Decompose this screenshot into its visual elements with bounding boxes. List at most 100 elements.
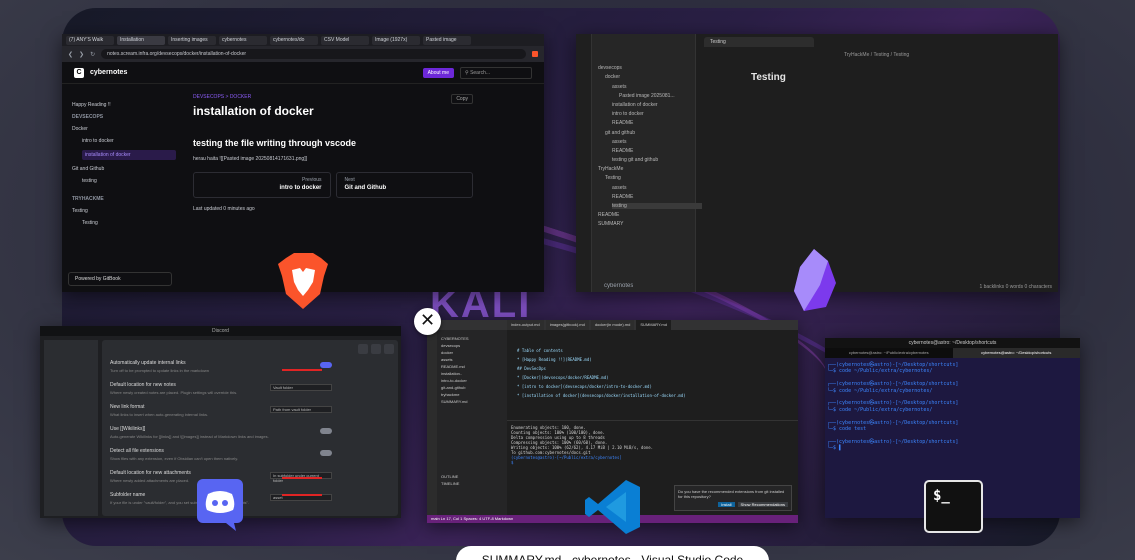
site-brand[interactable]: cybernotes xyxy=(90,69,127,76)
browser-tab[interactable]: (7) ANY'S Walk xyxy=(66,35,114,45)
explorer-item[interactable]: intro-to-docker xyxy=(441,378,503,383)
explorer-item[interactable]: installation.. xyxy=(441,371,503,376)
obsidian-vault-name[interactable]: cybernotes xyxy=(604,283,633,289)
browser-tab[interactable]: Inserting images xyxy=(168,35,216,45)
setting-label: Subfolder name xyxy=(110,492,146,498)
terminal-tab[interactable]: cybernotes@astro: ~/Desktop/shortcuts xyxy=(952,348,1080,358)
powered-by-gitbook[interactable]: Powered by GitBook xyxy=(68,272,172,286)
file-tree-item[interactable]: README xyxy=(612,148,702,154)
file-tree-item[interactable]: intro to docker xyxy=(612,111,702,117)
address-bar[interactable]: notes.scream.infra.org/devsecops/docker/… xyxy=(101,49,526,59)
code-line: # Table of contents xyxy=(517,348,563,353)
page-navigation: Previous intro to docker Next Git and Gith… xyxy=(193,172,473,198)
cybernotes-logo[interactable]: C xyxy=(74,67,84,78)
file-tree-item[interactable]: Pasted image 2025081... xyxy=(619,93,702,99)
sidebar-item-readme[interactable]: Happy Reading !! xyxy=(72,102,176,108)
setting-toggle[interactable] xyxy=(320,450,332,456)
explorer-item[interactable]: devsecops xyxy=(441,343,503,348)
terminal-icon[interactable]: $_ xyxy=(924,480,983,533)
browser-tab[interactable]: CSV Model xyxy=(321,35,369,45)
file-tree-item[interactable]: installation of docker xyxy=(612,102,702,108)
file-tree-item[interactable]: docker xyxy=(605,74,702,80)
setting-select[interactable]: Path from vault folder xyxy=(270,406,332,413)
setting-select[interactable]: Vault folder xyxy=(270,384,332,391)
editor-tab[interactable]: docker(in mode).md xyxy=(590,320,635,330)
next-page-link[interactable]: Next Git and Github xyxy=(335,172,473,198)
sidebar-item-intro[interactable]: intro to docker xyxy=(82,138,176,144)
close-icon[interactable] xyxy=(384,344,394,354)
setting-toggle[interactable] xyxy=(320,362,332,368)
brave-shield-icon[interactable] xyxy=(532,51,538,57)
install-button[interactable]: Install xyxy=(718,502,735,507)
explorer-item[interactable]: tryhackme xyxy=(441,392,503,397)
file-tree-item[interactable]: assets xyxy=(612,139,702,145)
about-me-button[interactable]: About me xyxy=(422,67,454,78)
file-tree-item[interactable]: devsecops xyxy=(598,65,702,71)
back-icon[interactable]: ❮ xyxy=(68,51,73,58)
editor-tab[interactable]: SUMMARY.md xyxy=(636,320,671,330)
explorer-item[interactable]: SUMMARY.md xyxy=(441,399,503,404)
desktop: KALI (7) ANY'S Walk Installation Inserti… xyxy=(0,0,1135,560)
file-tree-item[interactable]: Testing xyxy=(605,175,702,181)
breadcrumb[interactable]: DEVSECOPS > DOCKER xyxy=(193,94,473,100)
browser-tab[interactable]: Pasted image xyxy=(423,35,471,45)
file-tree-item[interactable]: README xyxy=(612,194,702,200)
browser-tab[interactable]: cybernotes xyxy=(219,35,267,45)
explorer-item[interactable]: CYBERNOTES xyxy=(441,336,503,341)
explorer-item[interactable]: git-and-github xyxy=(441,385,503,390)
file-tree-item[interactable]: README xyxy=(598,212,702,218)
sidebar-item-tryhackme-testing-page[interactable]: Testing xyxy=(82,220,176,226)
sidebar-item-docker[interactable]: Docker xyxy=(72,126,176,132)
previous-page-link[interactable]: Previous intro to docker xyxy=(193,172,331,198)
browser-tab[interactable]: cybernotes/do xyxy=(270,35,318,45)
forward-icon[interactable]: ❯ xyxy=(79,51,84,58)
brave-icon[interactable] xyxy=(276,252,331,310)
search-placeholder: Search... xyxy=(470,69,491,76)
close-window-button[interactable]: ✕ xyxy=(414,308,441,335)
file-tree-item[interactable]: TryHackMe xyxy=(598,166,702,172)
copy-button[interactable]: Copy xyxy=(451,94,473,104)
editor-tab[interactable]: images(gitbook).md xyxy=(545,320,589,330)
obsidian-file-tree: devsecops docker assets Pasted image 202508… xyxy=(598,62,702,231)
vscode-icon[interactable] xyxy=(584,478,642,536)
file-tree-item[interactable]: git and github xyxy=(605,130,702,136)
explorer-item[interactable]: OUTLINE xyxy=(441,474,503,479)
file-tree-item[interactable]: assets xyxy=(612,185,702,191)
sidebar-item-testing[interactable]: testing xyxy=(82,178,176,184)
obsidian-note-title[interactable]: Testing xyxy=(751,72,786,83)
show-recommendations-button[interactable]: Show Recommendations xyxy=(737,502,788,507)
file-tree-item[interactable]: SUMMARY xyxy=(598,221,702,227)
site-search-input[interactable]: ⚲ Search... xyxy=(460,66,532,79)
reload-icon[interactable]: ↻ xyxy=(90,51,95,58)
browser-tab[interactable]: Installation xyxy=(117,35,165,45)
obsidian-icon[interactable] xyxy=(790,247,842,313)
terminal-output[interactable]: ┌──(cybernotes㉿astro)-[~/Desktop/shortcu… xyxy=(825,358,1080,456)
sidebar-section-devsecops: DEVSECOPS xyxy=(72,114,104,120)
terminal-tab[interactable]: cybernotes@astro: ~/Public/extra/cyberno… xyxy=(825,348,953,358)
search-icon[interactable] xyxy=(358,344,368,354)
file-tree-item[interactable]: testing git and github xyxy=(612,157,702,163)
file-tree-item[interactable]: testing xyxy=(612,203,702,209)
file-tree-item[interactable]: README xyxy=(612,120,702,126)
settings-icon[interactable] xyxy=(371,344,381,354)
obsidian-breadcrumb[interactable]: TryHackMe / Testing / Testing xyxy=(844,52,909,58)
browser-tab[interactable]: Image (1927x) xyxy=(372,35,420,45)
setting-toggle[interactable] xyxy=(320,428,332,434)
sidebar-item-tryhackme-testing[interactable]: Testing xyxy=(72,208,176,214)
vscode-tabs: index-output.md images(gitbook).md docker(… xyxy=(427,320,798,330)
annotation-arrow xyxy=(282,477,322,479)
editor-tab[interactable]: index-output.md xyxy=(507,320,544,330)
explorer-item[interactable]: docker xyxy=(441,350,503,355)
file-tree-item[interactable]: assets xyxy=(612,84,702,90)
explorer-item[interactable]: assets xyxy=(441,357,503,362)
vscode-editor[interactable]: # Table of contents * [Happy Reading !!](… xyxy=(507,338,798,418)
code-line: * [Docker](devsecops/docker/README.md) xyxy=(517,375,609,380)
obsidian-tab[interactable]: Testing xyxy=(704,37,814,47)
explorer-item[interactable]: TIMELINE xyxy=(441,481,503,486)
discord-icon[interactable] xyxy=(196,478,244,532)
setting-label: Automatically update internal links xyxy=(110,360,186,366)
sidebar-item-installation[interactable]: installation of docker xyxy=(82,150,176,160)
explorer-item[interactable]: README.md xyxy=(441,364,503,369)
sidebar-item-git[interactable]: Git and Github xyxy=(72,166,176,172)
site-header: C cybernotes About me ⚲ Search... xyxy=(62,62,544,84)
